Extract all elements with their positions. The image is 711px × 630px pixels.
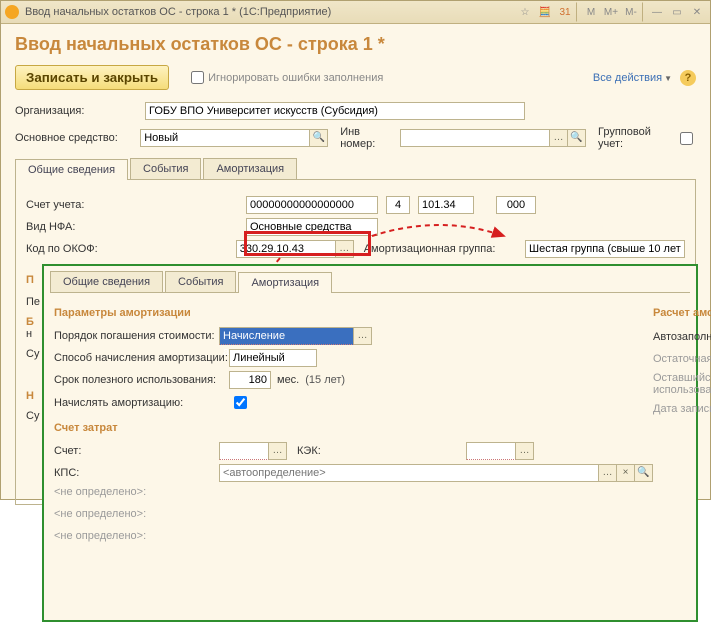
kps-input[interactable] <box>219 464 599 482</box>
order-label: Порядок погашения стоимости: <box>54 330 219 342</box>
page-title: Ввод начальных остатков ОС - строка 1 * <box>1 24 710 61</box>
tab-general[interactable]: Общие сведения <box>15 159 128 180</box>
inv-more-button[interactable]: … <box>550 129 568 147</box>
method-input[interactable] <box>229 349 317 367</box>
account-p1[interactable] <box>386 196 410 214</box>
ignore-errors-checkbox[interactable]: Игнорировать ошибки заполнения <box>187 68 383 87</box>
inv-input[interactable] <box>400 129 550 147</box>
amgroup-input[interactable] <box>525 240 685 258</box>
date-label: Дата записи: <box>653 403 711 415</box>
okof-row: Код по ОКОФ: … Амортизационная группа: <box>26 240 685 258</box>
section-params: Параметры амортизации <box>54 307 653 319</box>
group-checkbox[interactable] <box>680 132 693 145</box>
favorite-icon[interactable]: ☆ <box>516 3 534 21</box>
method-label: Способ начисления амортизации: <box>54 352 229 364</box>
kps-lookup[interactable]: 🔍 <box>635 464 653 482</box>
okof-label: Код по ОКОФ: <box>26 243 236 255</box>
kek-input[interactable] <box>466 442 516 460</box>
life-years: (15 лет) <box>305 374 345 386</box>
account-code[interactable] <box>246 196 378 214</box>
mem-mplus[interactable]: M+ <box>602 3 620 21</box>
kps-more[interactable]: … <box>599 464 617 482</box>
kps-label: КПС: <box>54 467 219 479</box>
nfa-label: Вид НФА: <box>26 221 246 233</box>
toolbar: Записать и закрыть Игнорировать ошибки з… <box>1 61 710 98</box>
title-bar: Ввод начальных остатков ОС - строка 1 * … <box>1 1 710 24</box>
help-icon[interactable]: ? <box>680 70 696 86</box>
mem-mminus[interactable]: M- <box>622 3 640 21</box>
ignore-errors-label: Игнорировать ошибки заполнения <box>208 72 383 84</box>
separator <box>642 2 644 22</box>
calc-label: Начислять амортизацию: <box>54 397 219 409</box>
account-label: Счет учета: <box>26 199 246 211</box>
app-icon <box>5 5 19 19</box>
cost-acc-label: Счет: <box>54 445 219 457</box>
section-calc: Расчет амортизации <box>653 307 711 319</box>
undef-2: <не определено>: <box>54 508 219 520</box>
tab-events[interactable]: События <box>130 158 201 179</box>
overlay-tab-general[interactable]: Общие сведения <box>50 271 163 292</box>
calendar-icon[interactable]: 31 <box>556 3 574 21</box>
all-actions-link[interactable]: Все действия▼ <box>593 72 672 84</box>
overlay-tab-amort[interactable]: Амортизация <box>238 272 332 293</box>
remain-label: Оставшийся срок использования: <box>653 372 711 396</box>
kek-label: КЭК: <box>297 445 462 457</box>
maximize-icon[interactable]: ▭ <box>668 3 686 21</box>
life-label: Срок полезного использования: <box>54 374 219 386</box>
save-and-close-button[interactable]: Записать и закрыть <box>15 65 169 90</box>
calc-checkbox[interactable] <box>234 396 247 409</box>
amgroup-label: Амортизационная группа: <box>364 243 521 255</box>
account-row: Счет учета: <box>26 196 685 214</box>
section-cost: Счет затрат <box>54 422 653 434</box>
os-row: Основное средство: 🔍 Инв номер: … 🔍 Груп… <box>1 124 710 152</box>
account-p2[interactable] <box>418 196 474 214</box>
os-input[interactable] <box>140 129 310 147</box>
life-input[interactable] <box>229 371 271 389</box>
inv-label: Инв номер: <box>340 126 396 150</box>
undef-1: <не определено>: <box>54 486 219 498</box>
inv-lookup-button[interactable]: 🔍 <box>568 129 586 147</box>
order-input[interactable]: Начисление амортизации <box>219 327 354 345</box>
ignore-errors-input[interactable] <box>191 71 204 84</box>
calc-icon[interactable]: 🧮 <box>536 3 554 21</box>
group-label: Групповой учет: <box>598 126 676 150</box>
main-tabs: Общие сведения События Амортизация <box>15 158 696 179</box>
auto-label: Автозаполнение: <box>653 331 711 343</box>
kps-clear[interactable]: × <box>617 464 635 482</box>
org-input[interactable] <box>145 102 525 120</box>
residual-label: Остаточная стоимость: <box>653 353 711 365</box>
okof-more-button[interactable]: … <box>336 240 354 258</box>
overlay-tabpanel: Параметры амортизации Порядок погашения … <box>50 292 690 602</box>
minimize-icon[interactable]: — <box>648 3 666 21</box>
cost-acc-more[interactable]: … <box>269 442 287 460</box>
cost-acc-input[interactable] <box>219 442 269 460</box>
nfa-row: Вид НФА: <box>26 218 685 236</box>
tab-amort[interactable]: Амортизация <box>203 158 297 179</box>
mem-m[interactable]: M <box>582 3 600 21</box>
overlay-tabs: Общие сведения События Амортизация <box>50 271 690 292</box>
account-p3[interactable] <box>496 196 536 214</box>
os-lookup-button[interactable]: 🔍 <box>310 129 328 147</box>
window-title: Ввод начальных остатков ОС - строка 1 * … <box>25 6 514 18</box>
overlay-tab-events[interactable]: События <box>165 271 236 292</box>
kek-more[interactable]: … <box>516 442 534 460</box>
nfa-input[interactable] <box>246 218 378 236</box>
os-label: Основное средство: <box>15 132 140 144</box>
close-icon[interactable]: ✕ <box>688 3 706 21</box>
org-label: Организация: <box>15 105 145 117</box>
order-more-button[interactable]: … <box>354 327 372 345</box>
life-unit: мес. <box>277 374 299 386</box>
undef-3: <не определено>: <box>54 530 219 542</box>
separator <box>576 2 578 22</box>
org-row: Организация: <box>1 100 710 122</box>
overlay-panel: Общие сведения События Амортизация Парам… <box>42 264 698 622</box>
okof-input[interactable] <box>236 240 336 258</box>
